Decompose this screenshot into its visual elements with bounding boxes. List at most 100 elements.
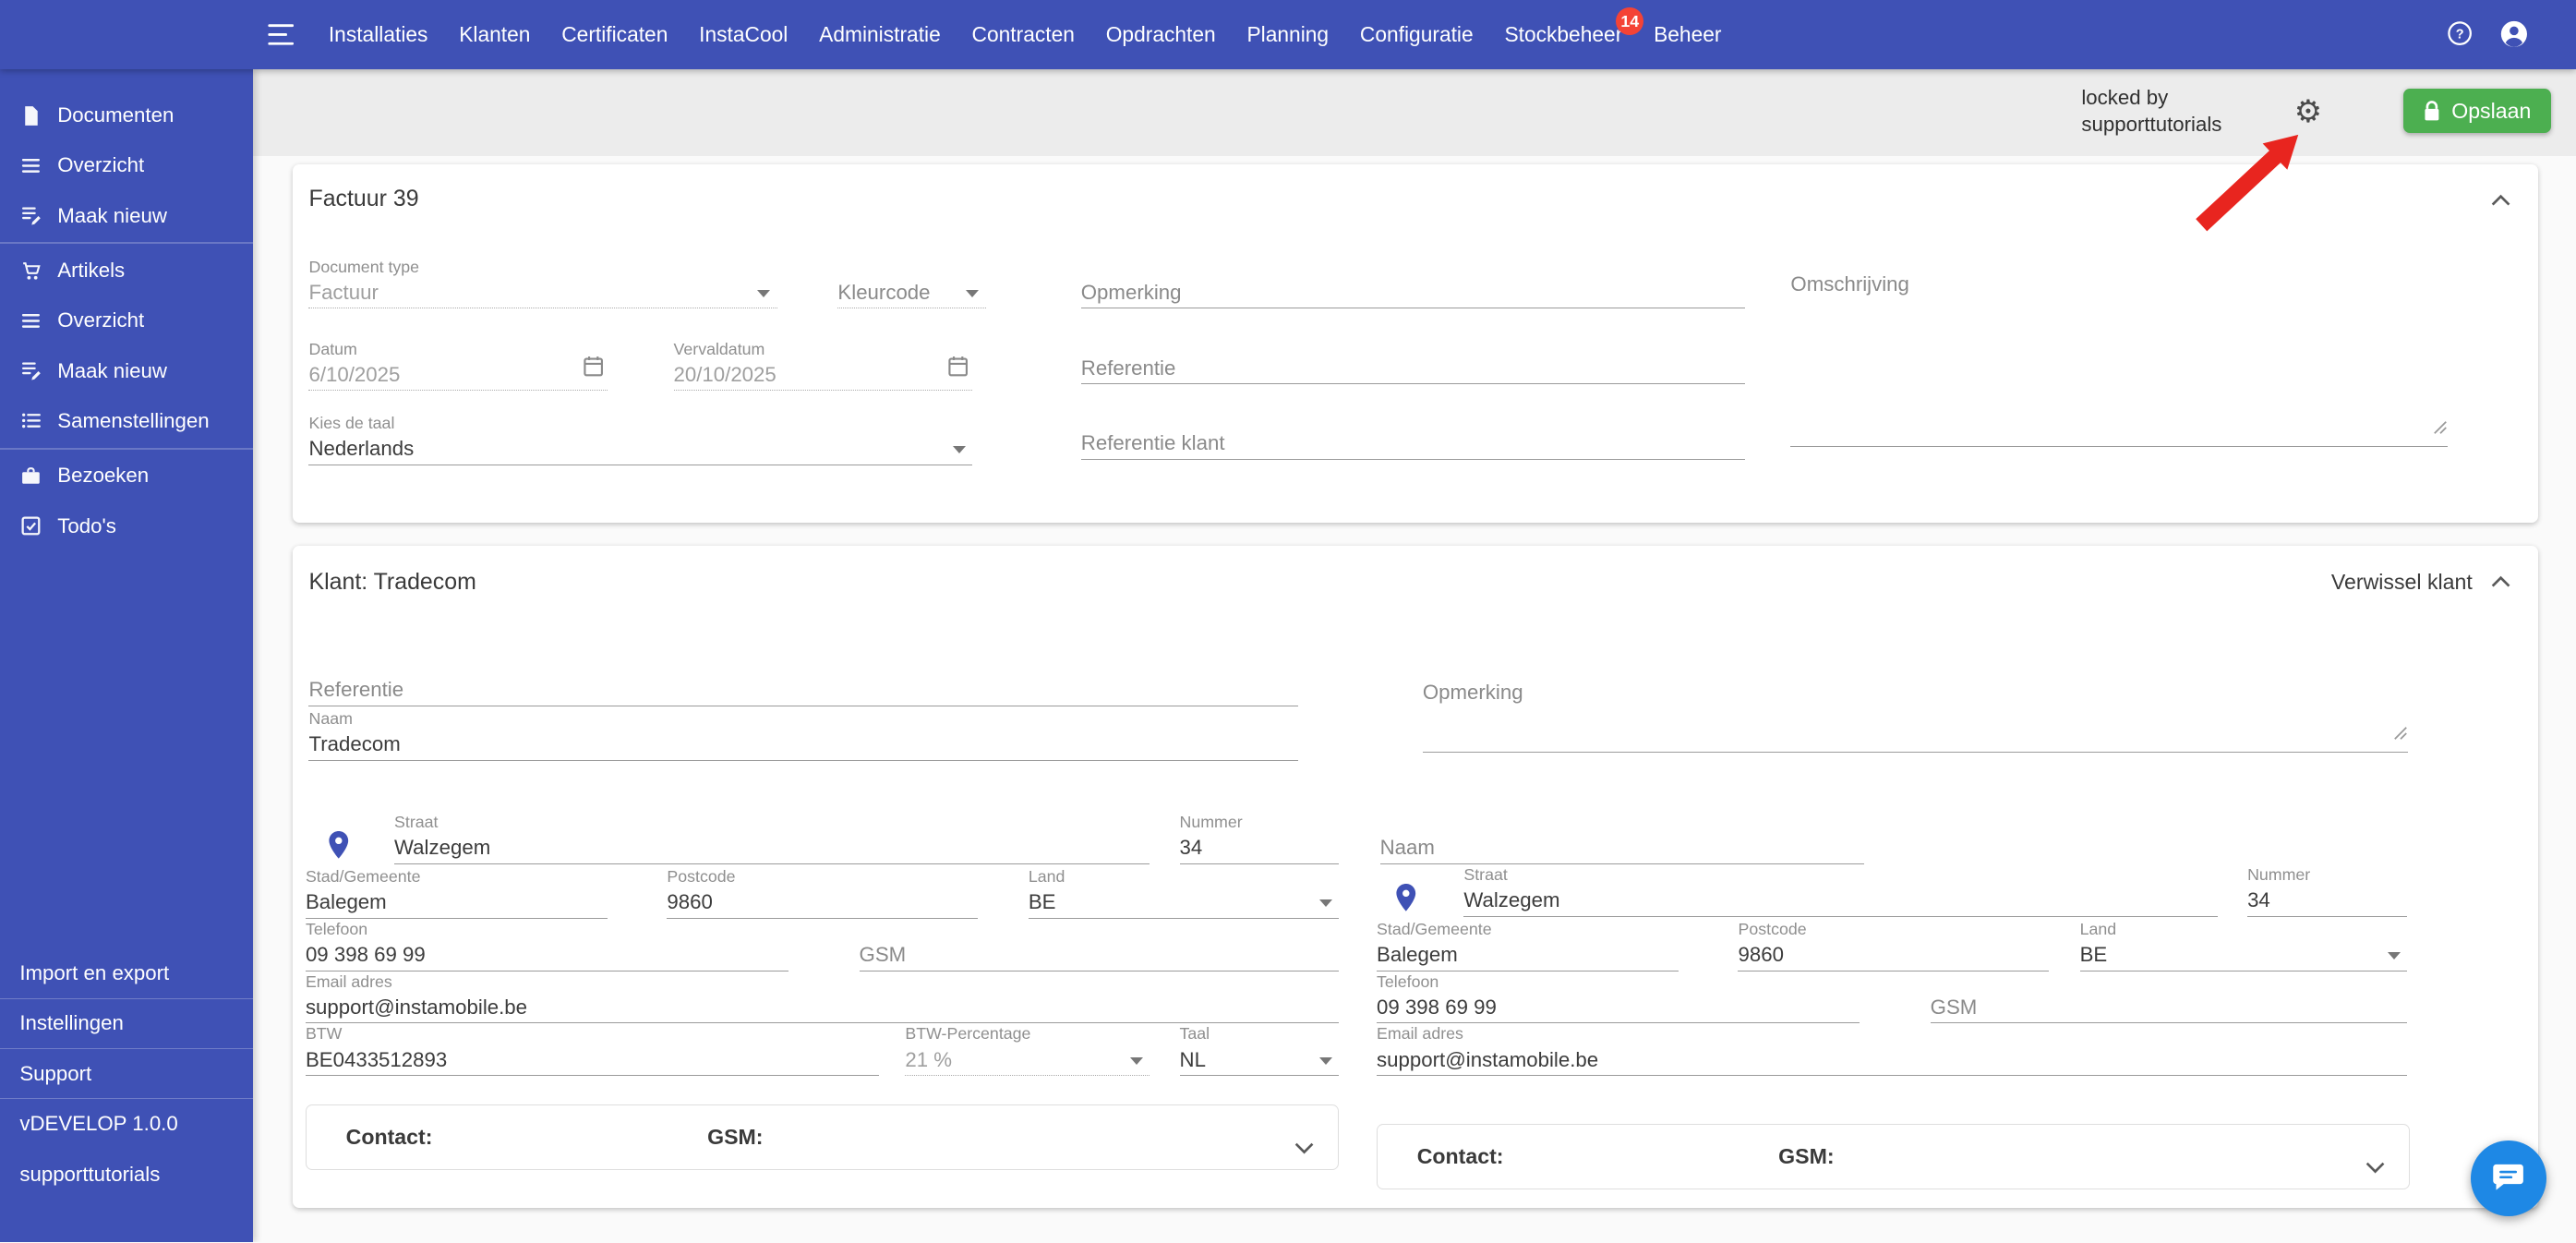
- datum-datepicker[interactable]: Datum 6/10/2025: [308, 339, 608, 392]
- sidebar-item-label: Samenstellingen: [57, 409, 209, 433]
- klant-opmerking-textarea[interactable]: [1423, 704, 2409, 753]
- nav-item-certificaten[interactable]: Certificaten: [561, 22, 668, 47]
- address2-gsm-input[interactable]: GSM: [1931, 993, 2407, 1024]
- account-icon[interactable]: [2498, 18, 2530, 57]
- nav-item-installaties[interactable]: Installaties: [329, 22, 428, 47]
- nav-item-planning[interactable]: Planning: [1246, 22, 1329, 47]
- klant-card-title: Klant: Tradecom: [308, 569, 475, 596]
- sidebar-item-artikels[interactable]: Artikels: [0, 246, 253, 296]
- sidebar-item-maak-nieuw-artikel[interactable]: Maak nieuw: [0, 345, 253, 395]
- articles-icon: [19, 259, 42, 283]
- kleurcode-select[interactable]: Kleurcode: [837, 278, 985, 309]
- address1-btw-field[interactable]: BTW BE0433512893: [306, 1023, 879, 1076]
- sidebar-item-label: Maak nieuw: [57, 204, 167, 228]
- address1-telefoon-field[interactable]: Telefoon 09 398 69 99: [306, 919, 788, 971]
- field-value: 20/10/2025: [674, 360, 973, 392]
- nav-item-klanten[interactable]: Klanten: [459, 22, 530, 47]
- address1-postcode-field[interactable]: Postcode 9860: [667, 866, 977, 919]
- address2-email-field[interactable]: Email adres support@instamobile.be: [1377, 1023, 2407, 1076]
- nav-item-beheer[interactable]: Beheer: [1654, 22, 1721, 47]
- sidebar-item-todos[interactable]: Todo's: [0, 501, 253, 551]
- factuur-card-title: Factuur 39: [308, 186, 418, 212]
- top-navigation-bar: Installaties Klanten Certificaten InstaC…: [0, 0, 2576, 69]
- settings-gear-icon[interactable]: ⚙: [2281, 86, 2334, 139]
- klant-referentie-input[interactable]: Referentie: [308, 675, 1297, 706]
- field-placeholder: GSM: [860, 940, 1340, 971]
- sidebar-item-maak-nieuw-document[interactable]: Maak nieuw: [0, 190, 253, 240]
- address2-land-select[interactable]: Land BE: [2080, 919, 2407, 971]
- documents-icon: [19, 104, 42, 127]
- nav-item-configuratie[interactable]: Configuratie: [1360, 22, 1474, 47]
- resize-grip-icon[interactable]: [2433, 412, 2448, 442]
- sidebar-menu: Documenten Overzicht Maak nieuw Artikels…: [0, 69, 253, 551]
- address2-postcode-field[interactable]: Postcode 9860: [1738, 919, 2048, 971]
- menu-icon[interactable]: [268, 23, 294, 54]
- collapse-icon[interactable]: [2483, 184, 2519, 217]
- sidebar-item-bezoeken[interactable]: Bezoeken: [0, 451, 253, 501]
- compositions-icon: [19, 409, 42, 432]
- sidebar-item-overzicht-documenten[interactable]: Overzicht: [0, 140, 253, 190]
- address1-btw-percentage-select[interactable]: BTW-Percentage 21 %: [905, 1023, 1150, 1076]
- sidebar-item-import-export[interactable]: Import en export: [0, 949, 253, 999]
- document-type-select[interactable]: Document type Factuur: [308, 257, 776, 309]
- field-value: BE0433512893: [306, 1045, 879, 1077]
- nav-item-label: Stockbeheer: [1504, 22, 1622, 46]
- chat-button[interactable]: [2471, 1140, 2546, 1216]
- field-label: Document type: [308, 257, 776, 278]
- klant-opmerking-label: Opmerking: [1423, 681, 1523, 705]
- dropdown-arrow-icon: [757, 290, 770, 297]
- sidebar-item-overzicht-artikels[interactable]: Overzicht: [0, 296, 253, 345]
- field-label: Taal: [1180, 1023, 1340, 1044]
- address1-contact-expander[interactable]: Contact: GSM:: [306, 1104, 1339, 1170]
- address1-email-field[interactable]: Email adres support@instamobile.be: [306, 971, 1339, 1024]
- omschrijving-textarea[interactable]: [1790, 296, 2448, 447]
- help-icon[interactable]: ?: [2446, 19, 2474, 54]
- address2-telefoon-field[interactable]: Telefoon 09 398 69 99: [1377, 971, 1860, 1024]
- app-window: Installaties Klanten Certificaten InstaC…: [0, 0, 2576, 1242]
- sidebar-item-instellingen[interactable]: Instellingen: [0, 999, 253, 1049]
- address2-stad-field[interactable]: Stad/Gemeente Balegem: [1377, 919, 1679, 971]
- visits-icon: [19, 465, 42, 488]
- nav-item-stockbeheer[interactable]: Stockbeheer 14: [1504, 22, 1622, 47]
- sidebar-item-documenten[interactable]: Documenten: [0, 91, 253, 140]
- calendar-icon[interactable]: [948, 354, 968, 384]
- sidebar-item-support[interactable]: Support: [0, 1049, 253, 1099]
- sidebar-item-label: Artikels: [57, 259, 125, 283]
- lock-icon: [2424, 101, 2440, 122]
- top-nav-menu: Installaties Klanten Certificaten InstaC…: [329, 0, 1722, 69]
- dropdown-arrow-icon: [2388, 952, 2401, 959]
- address1-gsm-input[interactable]: GSM: [860, 940, 1340, 971]
- address2-nummer-field[interactable]: Nummer 34: [2247, 864, 2407, 917]
- collapse-icon[interactable]: [2483, 565, 2519, 598]
- field-label: BTW: [306, 1023, 879, 1044]
- address1-straat-field[interactable]: Straat Walzegem: [394, 812, 1150, 864]
- sidebar-item-label: Maak nieuw: [57, 359, 167, 383]
- address2-naam-input[interactable]: Naam: [1380, 833, 1865, 864]
- address1-stad-field[interactable]: Stad/Gemeente Balegem: [306, 866, 608, 919]
- address1-nummer-field[interactable]: Nummer 34: [1180, 812, 1340, 864]
- resize-grip-icon[interactable]: [2393, 718, 2408, 748]
- overview-icon: [19, 309, 42, 332]
- referentie-klant-input[interactable]: Referentie klant: [1081, 428, 1745, 460]
- field-value: Balegem: [1377, 940, 1679, 971]
- address1-taal-select[interactable]: Taal NL: [1180, 1023, 1340, 1076]
- field-value: Walzegem: [1463, 886, 2218, 917]
- calendar-icon[interactable]: [584, 354, 603, 384]
- nav-item-administratie[interactable]: Administratie: [819, 22, 941, 47]
- nav-item-instacool[interactable]: InstaCool: [699, 22, 788, 47]
- sidebar-item-samenstellingen[interactable]: Samenstellingen: [0, 396, 253, 446]
- nav-item-opdrachten[interactable]: Opdrachten: [1106, 22, 1216, 47]
- taal-select[interactable]: Kies de taal Nederlands: [308, 413, 972, 465]
- save-button[interactable]: Opslaan: [2403, 89, 2551, 133]
- verwissel-klant-button[interactable]: Verwissel klant: [2331, 570, 2473, 595]
- nav-item-contracten[interactable]: Contracten: [972, 22, 1075, 47]
- address2-contact-expander[interactable]: Contact: GSM:: [1377, 1124, 2410, 1189]
- address1-land-select[interactable]: Land BE: [1029, 866, 1339, 919]
- referentie-input[interactable]: Referentie: [1081, 354, 1745, 385]
- klant-naam-input[interactable]: Naam Tradecom: [308, 708, 1297, 761]
- opmerking-input[interactable]: Opmerking: [1081, 278, 1745, 309]
- sidebar-divider: [0, 242, 253, 244]
- field-value: 21 %: [905, 1045, 1150, 1077]
- address2-straat-field[interactable]: Straat Walzegem: [1463, 864, 2218, 917]
- vervaldatum-datepicker[interactable]: Vervaldatum 20/10/2025: [674, 339, 973, 392]
